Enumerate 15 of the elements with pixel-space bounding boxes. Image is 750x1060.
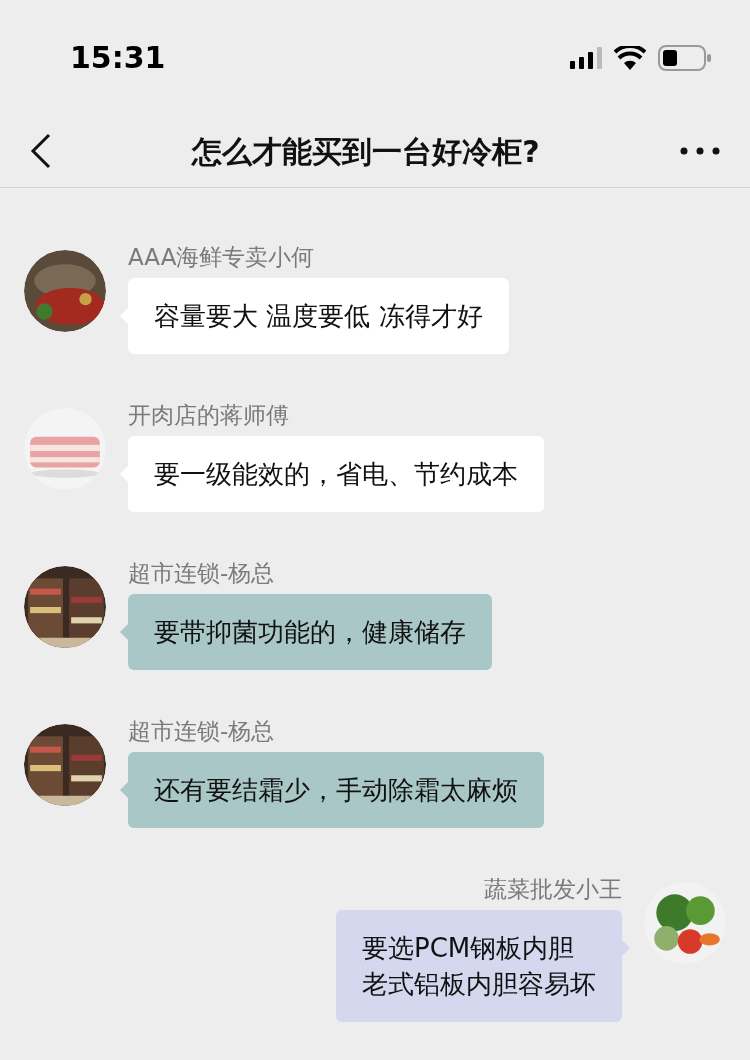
sender-name: AAA海鲜专卖小何	[128, 243, 315, 272]
sender-name: 超市连锁-杨总	[128, 559, 275, 588]
more-icon[interactable]	[680, 147, 720, 155]
signal-icon	[570, 46, 602, 69]
clock-time: 15:31	[70, 39, 166, 77]
bubble-tail	[120, 624, 128, 640]
back-icon[interactable]	[30, 133, 52, 169]
wifi-icon	[614, 45, 646, 70]
chat-title: 怎么才能买到一台好冷柜?	[192, 132, 540, 171]
bubble-tail	[622, 940, 630, 956]
bubble-tail	[120, 782, 128, 798]
battery-icon	[658, 44, 712, 71]
sender-name: 蔬菜批发小王	[484, 875, 622, 904]
sender-name: 超市连锁-杨总	[128, 717, 275, 746]
sender-name: 开肉店的蒋师傅	[128, 401, 289, 430]
